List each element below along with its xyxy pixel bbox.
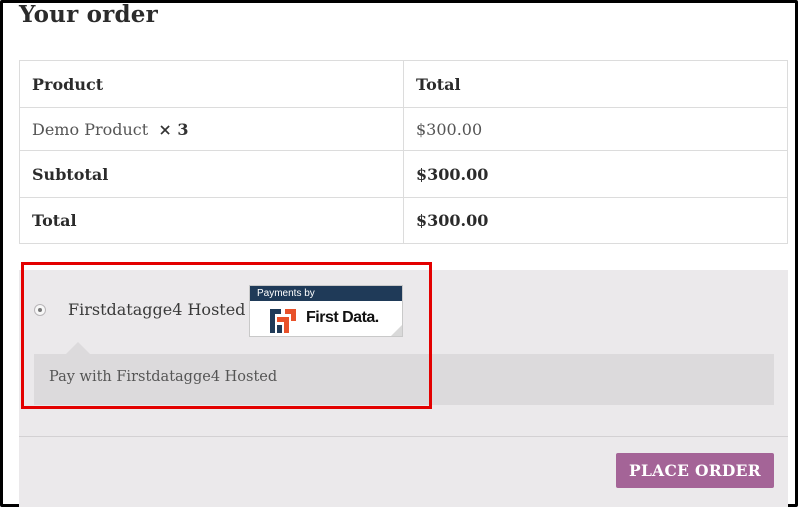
badge-brand: First Data. bbox=[306, 309, 379, 326]
payment-method-radio[interactable] bbox=[34, 304, 46, 316]
table-row: Demo Product × 3 $300.00 bbox=[19, 107, 788, 151]
total-value: $300.00 bbox=[403, 197, 788, 244]
column-header-total: Total bbox=[403, 60, 788, 108]
divider bbox=[19, 436, 788, 437]
first-data-badge: Payments by First Data. bbox=[249, 285, 403, 337]
column-header-product: Product bbox=[19, 60, 404, 108]
table-header-row: Product Total bbox=[19, 60, 788, 108]
badge-caption: Payments by bbox=[250, 286, 402, 301]
place-order-button[interactable]: PLACE ORDER bbox=[616, 453, 774, 488]
total-row: Total $300.00 bbox=[19, 197, 788, 244]
order-heading: Your order bbox=[19, 1, 158, 28]
product-cell: Demo Product × 3 bbox=[19, 107, 404, 151]
first-data-logo-icon bbox=[270, 309, 296, 333]
product-quantity: × 3 bbox=[158, 119, 189, 139]
payment-description: Pay with Firstdatagge4 Hosted bbox=[49, 369, 278, 385]
subtotal-value: $300.00 bbox=[403, 150, 788, 198]
payment-method-label[interactable]: Firstdatagge4 Hosted bbox=[68, 300, 245, 319]
product-name: Demo Product bbox=[32, 119, 149, 139]
product-total: $300.00 bbox=[403, 107, 788, 151]
payment-description-box: Pay with Firstdatagge4 Hosted bbox=[34, 354, 774, 405]
description-pointer bbox=[66, 342, 90, 354]
total-label: Total bbox=[19, 197, 404, 244]
subtotal-label: Subtotal bbox=[19, 150, 404, 198]
order-review-table: Product Total Demo Product × 3 $300.00 S… bbox=[19, 60, 788, 244]
subtotal-row: Subtotal $300.00 bbox=[19, 150, 788, 198]
